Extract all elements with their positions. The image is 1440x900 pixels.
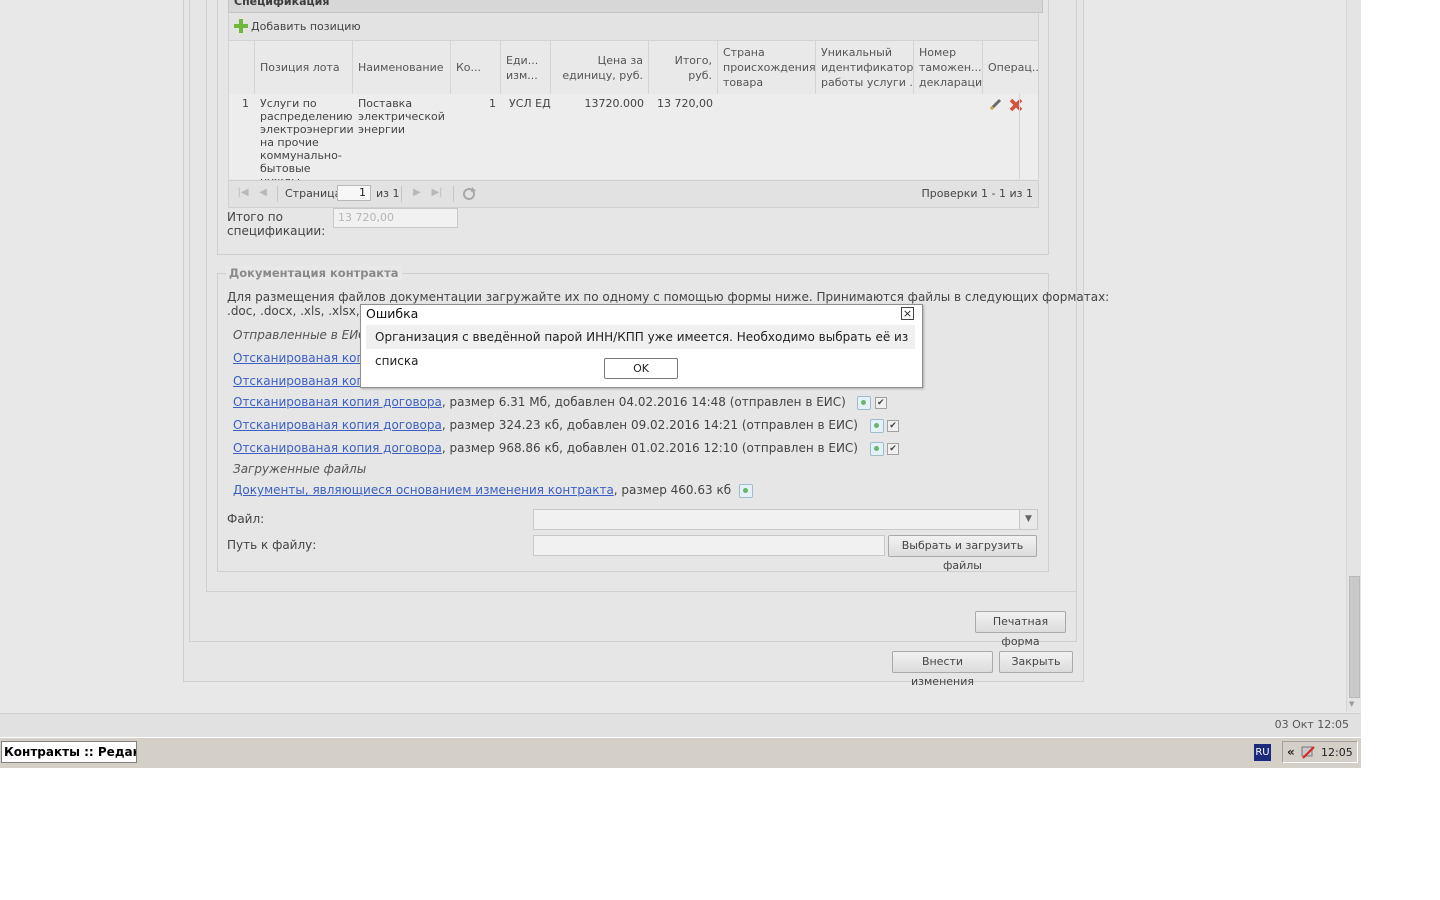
col-name[interactable]: Наименование bbox=[352, 41, 450, 94]
col-qty[interactable]: Ко... bbox=[450, 41, 500, 94]
spec-grid-header: Позиция лота Наименование Ко... Еди... и… bbox=[228, 40, 1039, 95]
path-input[interactable] bbox=[533, 535, 885, 556]
file-link[interactable]: Отсканированая копия договора bbox=[233, 418, 442, 432]
chevron-down-icon[interactable]: ▼ bbox=[1019, 510, 1037, 529]
page-label: Страница bbox=[285, 187, 342, 200]
file-link[interactable]: Документы, являющиеся основанием изменен… bbox=[233, 483, 614, 497]
close-button[interactable]: Закрыть bbox=[999, 651, 1073, 673]
page-of-label: из 1 bbox=[376, 187, 400, 200]
scroll-down-icon[interactable]: ▼ bbox=[1349, 700, 1354, 708]
prev-page-icon[interactable]: ◀ bbox=[257, 187, 269, 199]
error-dialog: Ошибка × Организация с введённой парой И… bbox=[360, 304, 923, 388]
col-operations[interactable]: Операц... bbox=[982, 41, 1038, 94]
file-link[interactable]: Отсканированая копия bbox=[233, 374, 379, 388]
dialog-title: Ошибка bbox=[366, 306, 419, 321]
sent-file-partial-1[interactable]: Отсканированая копия bbox=[233, 351, 379, 365]
col-uid[interactable]: Уникальный идентификатор... работы услуг… bbox=[815, 41, 913, 94]
edit-icon[interactable] bbox=[989, 97, 1003, 111]
file-select[interactable]: ▼ bbox=[533, 509, 1038, 530]
first-page-icon[interactable]: |◀ bbox=[237, 187, 249, 199]
spec-total-label: Итого по спецификации: bbox=[227, 210, 326, 238]
row-position: Услуги по распределению электроэнергии н… bbox=[260, 97, 354, 188]
spec-pager: |◀ ◀ Страница 1 из 1 ▶ ▶| Проверки 1 - 1… bbox=[228, 180, 1039, 208]
file-info: , размер 324.23 кб, добавлен 09.02.2016 … bbox=[441, 418, 858, 432]
file-label: Файл: bbox=[227, 512, 265, 526]
delete-icon[interactable] bbox=[1008, 97, 1024, 113]
spec-title: Спецификация bbox=[228, 0, 1043, 13]
docs-formats: .doc, .docx, .xls, .xlsx, .f bbox=[227, 304, 372, 318]
row-name: Поставка электрической энергии bbox=[358, 97, 445, 136]
file-info: , размер 968.86 кб, добавлен 01.02.2016 … bbox=[441, 441, 858, 455]
spec-total-field[interactable]: 13 720,00 bbox=[333, 208, 458, 228]
col-country[interactable]: Страна происхождения товара bbox=[717, 41, 815, 94]
docs-info: Для размещения файлов документации загру… bbox=[227, 290, 1110, 304]
col-price[interactable]: Цена за единицу, руб. bbox=[550, 41, 648, 94]
sent-file-3: Отсканированая копия договора, размер 96… bbox=[233, 441, 899, 456]
file-link[interactable]: Отсканированая копия договора bbox=[233, 441, 442, 455]
last-page-icon[interactable]: ▶| bbox=[431, 187, 443, 199]
page-input[interactable]: 1 bbox=[337, 185, 371, 201]
delete-file-icon[interactable] bbox=[869, 419, 884, 433]
plus-icon bbox=[233, 18, 249, 34]
delete-file-icon[interactable] bbox=[857, 396, 872, 410]
add-position-label: Добавить позицию bbox=[251, 19, 361, 33]
ok-button[interactable]: OK bbox=[604, 358, 678, 379]
add-position-button[interactable]: Добавить позицию bbox=[233, 16, 361, 36]
row-num: 1 bbox=[242, 97, 249, 110]
row-unit: УСЛ ЕД bbox=[509, 97, 551, 110]
loaded-file-1: Документы, являющиеся основанием изменен… bbox=[233, 483, 753, 498]
col-position[interactable]: Позиция лота bbox=[254, 41, 352, 94]
dialog-message: Организация с введённой парой ИНН/КПП уж… bbox=[366, 325, 915, 368]
pager-summary: Проверки 1 - 1 из 1 bbox=[921, 187, 1033, 200]
row-total: 13 720,00 bbox=[657, 97, 713, 110]
sent-file-1: Отсканированая копия договора, размер 6.… bbox=[233, 395, 887, 410]
apply-changes-button[interactable]: Внести изменения bbox=[892, 651, 993, 688]
table-row[interactable]: 1 Услуги по распределению электроэнергии… bbox=[228, 94, 1039, 188]
language-indicator[interactable]: RU bbox=[1254, 744, 1271, 761]
upload-button[interactable]: Выбрать и загрузить файлы bbox=[888, 535, 1037, 572]
sent-files-title: Отправленные в ЕИС bbox=[233, 328, 367, 342]
delete-file-icon[interactable] bbox=[738, 484, 753, 498]
sent-file-partial-2[interactable]: Отсканированая копия bbox=[233, 374, 379, 388]
tray-clock: 12:05 bbox=[1321, 746, 1353, 759]
file-info: , размер 460.63 кб bbox=[613, 483, 732, 497]
system-tray: « 12:05 bbox=[1282, 741, 1358, 763]
col-rownum bbox=[229, 41, 254, 94]
sent-file-2: Отсканированая копия договора, размер 32… bbox=[233, 418, 899, 433]
close-icon[interactable]: × bbox=[901, 307, 914, 320]
checkbox-icon[interactable]: ✔ bbox=[887, 420, 899, 432]
checkbox-icon[interactable]: ✔ bbox=[874, 397, 887, 409]
docs-legend: Документация контракта bbox=[226, 266, 402, 280]
delete-file-icon[interactable] bbox=[869, 442, 884, 456]
col-total[interactable]: Итого, руб. bbox=[648, 41, 717, 94]
taskbar bbox=[0, 737, 1361, 768]
taskbar-window-button[interactable]: Контракты :: Редакт... bbox=[1, 741, 137, 763]
col-unit[interactable]: Еди... изм... bbox=[500, 41, 550, 94]
tray-expand-icon[interactable]: « bbox=[1287, 745, 1295, 759]
file-link[interactable]: Отсканированая копия договора bbox=[233, 395, 442, 409]
row-price: 13720.000 bbox=[584, 97, 645, 110]
checkbox-icon[interactable]: ✔ bbox=[887, 443, 899, 455]
status-bar: 03 Окт 12:05 bbox=[0, 713, 1361, 738]
row-qty: 1 bbox=[489, 97, 496, 110]
file-info: , размер 6.31 Мб, добавлен 04.02.2016 14… bbox=[441, 395, 846, 409]
next-page-icon[interactable]: ▶ bbox=[411, 187, 423, 199]
file-link[interactable]: Отсканированая копия bbox=[233, 351, 379, 365]
col-customs[interactable]: Номер таможен... декларации bbox=[913, 41, 982, 94]
loaded-files-title: Загруженные файлы bbox=[233, 462, 367, 476]
refresh-icon[interactable] bbox=[461, 186, 477, 202]
network-icon[interactable] bbox=[1301, 745, 1315, 759]
path-label: Путь к файлу: bbox=[227, 538, 317, 552]
status-datetime: 03 Окт 12:05 bbox=[1274, 718, 1349, 731]
print-form-button[interactable]: Печатная форма bbox=[975, 611, 1066, 648]
scrollbar-thumb[interactable] bbox=[1349, 576, 1360, 698]
